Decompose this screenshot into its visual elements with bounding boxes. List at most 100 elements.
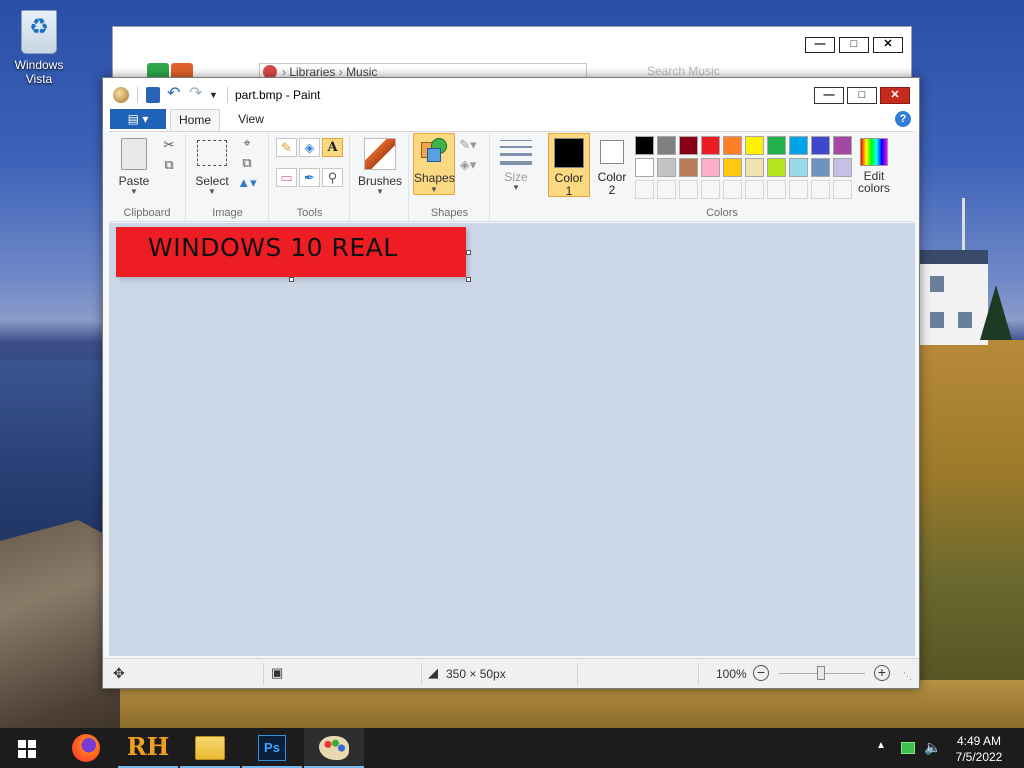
zoom-in-button[interactable]: + bbox=[874, 665, 890, 681]
save-icon[interactable] bbox=[146, 87, 160, 103]
redo-icon[interactable]: ↷ bbox=[189, 86, 205, 103]
select-button[interactable]: Select ▼ bbox=[191, 136, 233, 196]
volume-icon[interactable]: 🔈 bbox=[924, 739, 941, 768]
palette-swatch[interactable] bbox=[657, 136, 676, 155]
group-brushes: Brushes ▼ bbox=[351, 134, 409, 221]
customize-qat-icon[interactable]: ▼ bbox=[209, 87, 221, 103]
group-label-colors: Colors bbox=[706, 207, 738, 219]
tree bbox=[980, 285, 1012, 340]
palette-swatch[interactable] bbox=[811, 180, 830, 199]
palette-swatch[interactable] bbox=[833, 158, 852, 177]
text-icon[interactable]: A bbox=[322, 138, 343, 157]
palette-swatch[interactable] bbox=[657, 180, 676, 199]
tab-home[interactable]: Home bbox=[170, 109, 220, 131]
taskbar-file-explorer[interactable] bbox=[180, 728, 240, 768]
color2-button[interactable]: Color 2 bbox=[591, 133, 633, 197]
resize-grip-icon[interactable]: ⋱ bbox=[903, 671, 912, 682]
group-label-shapes: Shapes bbox=[430, 207, 469, 219]
palette-swatch[interactable] bbox=[745, 136, 764, 155]
palette-swatch[interactable] bbox=[657, 158, 676, 177]
copy-icon[interactable]: ⧉ bbox=[159, 156, 179, 174]
palette-swatch[interactable] bbox=[701, 180, 720, 199]
palette-swatch[interactable] bbox=[745, 180, 764, 199]
crop-icon[interactable]: ⌖ bbox=[237, 134, 257, 152]
paint-window[interactable]: ↶ ↷ ▼ part.bmp - Paint — □ ✕ ▤ ▾ Home Vi… bbox=[102, 77, 920, 689]
resize-handle-corner[interactable] bbox=[466, 277, 471, 282]
maximize-button[interactable]: □ bbox=[847, 87, 877, 104]
cut-icon[interactable]: ✂ bbox=[159, 136, 179, 154]
palette-swatch[interactable] bbox=[679, 158, 698, 177]
palette-swatch[interactable] bbox=[635, 158, 654, 177]
palette-swatch[interactable] bbox=[701, 158, 720, 177]
resize-handle-bottom[interactable] bbox=[289, 277, 294, 282]
fill-icon[interactable]: ◈ bbox=[299, 138, 320, 157]
zoom-slider-thumb[interactable] bbox=[817, 666, 825, 680]
zoom-out-button[interactable]: − bbox=[753, 665, 769, 681]
explorer-minimize-button[interactable]: — bbox=[805, 37, 835, 53]
palette-swatch[interactable] bbox=[745, 158, 764, 177]
magnifier-icon[interactable]: ⚲ bbox=[322, 168, 343, 187]
canvas-area[interactable]: WINDOWS 10 REAL bbox=[109, 223, 915, 656]
group-label-clipboard: Clipboard bbox=[123, 207, 171, 219]
palette-swatch[interactable] bbox=[679, 180, 698, 199]
help-icon[interactable]: ? bbox=[895, 111, 911, 127]
palette-swatch[interactable] bbox=[789, 136, 808, 155]
palette-swatch[interactable] bbox=[789, 180, 808, 199]
undo-icon[interactable]: ↶ bbox=[167, 86, 183, 103]
outline-icon[interactable]: ✎▾ bbox=[458, 136, 478, 154]
palette-swatch[interactable] bbox=[767, 136, 786, 155]
taskbar-photoshop[interactable]: Ps bbox=[242, 728, 302, 768]
resize-icon[interactable]: ⧉ bbox=[237, 154, 257, 172]
tab-view[interactable]: View bbox=[227, 109, 275, 131]
taskbar-paint[interactable] bbox=[304, 728, 364, 768]
shapes-button[interactable]: Shapes ▼ bbox=[413, 133, 455, 195]
zoom-level: 100% bbox=[716, 667, 747, 681]
palette-swatch[interactable] bbox=[723, 180, 742, 199]
title-bar[interactable]: ↶ ↷ ▼ part.bmp - Paint — □ ✕ bbox=[103, 78, 919, 109]
palette-swatch[interactable] bbox=[701, 136, 720, 155]
color1-button[interactable]: Color 1 bbox=[548, 133, 590, 198]
resize-handle-right[interactable] bbox=[466, 250, 471, 255]
window-title: part.bmp - Paint bbox=[235, 88, 321, 102]
edit-colors-button[interactable]: Edit colors bbox=[851, 136, 897, 194]
explorer-maximize-button[interactable]: □ bbox=[839, 37, 869, 53]
palette-swatch[interactable] bbox=[723, 136, 742, 155]
palette-swatch[interactable] bbox=[811, 136, 830, 155]
taskbar-rh[interactable]: RH bbox=[118, 728, 178, 768]
close-button[interactable]: ✕ bbox=[880, 87, 910, 104]
palette-swatch[interactable] bbox=[679, 136, 698, 155]
shapes-icon bbox=[421, 138, 449, 164]
palette-swatch[interactable] bbox=[767, 158, 786, 177]
brushes-button[interactable]: Brushes ▼ bbox=[355, 136, 405, 196]
rotate-icon[interactable]: ▲▾ bbox=[237, 174, 257, 192]
eraser-icon[interactable]: ▭ bbox=[276, 168, 297, 187]
show-hidden-icons-button[interactable]: ▲ bbox=[876, 740, 886, 768]
ribbon: Paste ▼ ✂ ⧉ Clipboard Select ▼ ⌖ ⧉ ▲▾ Im… bbox=[109, 131, 913, 222]
file-menu-button[interactable]: ▤ ▾ bbox=[110, 109, 166, 129]
palette-swatch[interactable] bbox=[635, 136, 654, 155]
pencil-icon[interactable]: ✎ bbox=[276, 138, 297, 157]
chevron-down-icon: ▼ bbox=[208, 187, 216, 196]
palette-swatch[interactable] bbox=[789, 158, 808, 177]
taskbar-firefox[interactable] bbox=[56, 728, 116, 768]
palette-swatch[interactable] bbox=[811, 158, 830, 177]
explorer-close-button[interactable]: ✕ bbox=[873, 37, 903, 53]
palette-swatch[interactable] bbox=[635, 180, 654, 199]
size-button[interactable]: Size ▼ bbox=[495, 136, 537, 192]
start-button[interactable] bbox=[0, 728, 54, 768]
palette-swatch[interactable] bbox=[833, 180, 852, 199]
network-icon[interactable] bbox=[901, 742, 915, 754]
minimize-button[interactable]: — bbox=[814, 87, 844, 104]
group-label-image: Image bbox=[212, 207, 243, 219]
paint-app-icon[interactable] bbox=[113, 87, 129, 103]
clock[interactable]: 4:49 AM 7/5/2022 bbox=[946, 733, 1012, 768]
brush-icon bbox=[364, 138, 396, 170]
palette-swatch[interactable] bbox=[833, 136, 852, 155]
palette-swatch[interactable] bbox=[767, 180, 786, 199]
fill-shape-icon[interactable]: ◈▾ bbox=[458, 156, 478, 174]
color-picker-icon[interactable]: ✒ bbox=[299, 168, 320, 187]
desktop-icon-recycle-bin[interactable]: Windows Vista bbox=[8, 8, 70, 86]
canvas-image[interactable]: WINDOWS 10 REAL bbox=[116, 227, 466, 277]
paste-button[interactable]: Paste ▼ bbox=[113, 136, 155, 196]
palette-swatch[interactable] bbox=[723, 158, 742, 177]
